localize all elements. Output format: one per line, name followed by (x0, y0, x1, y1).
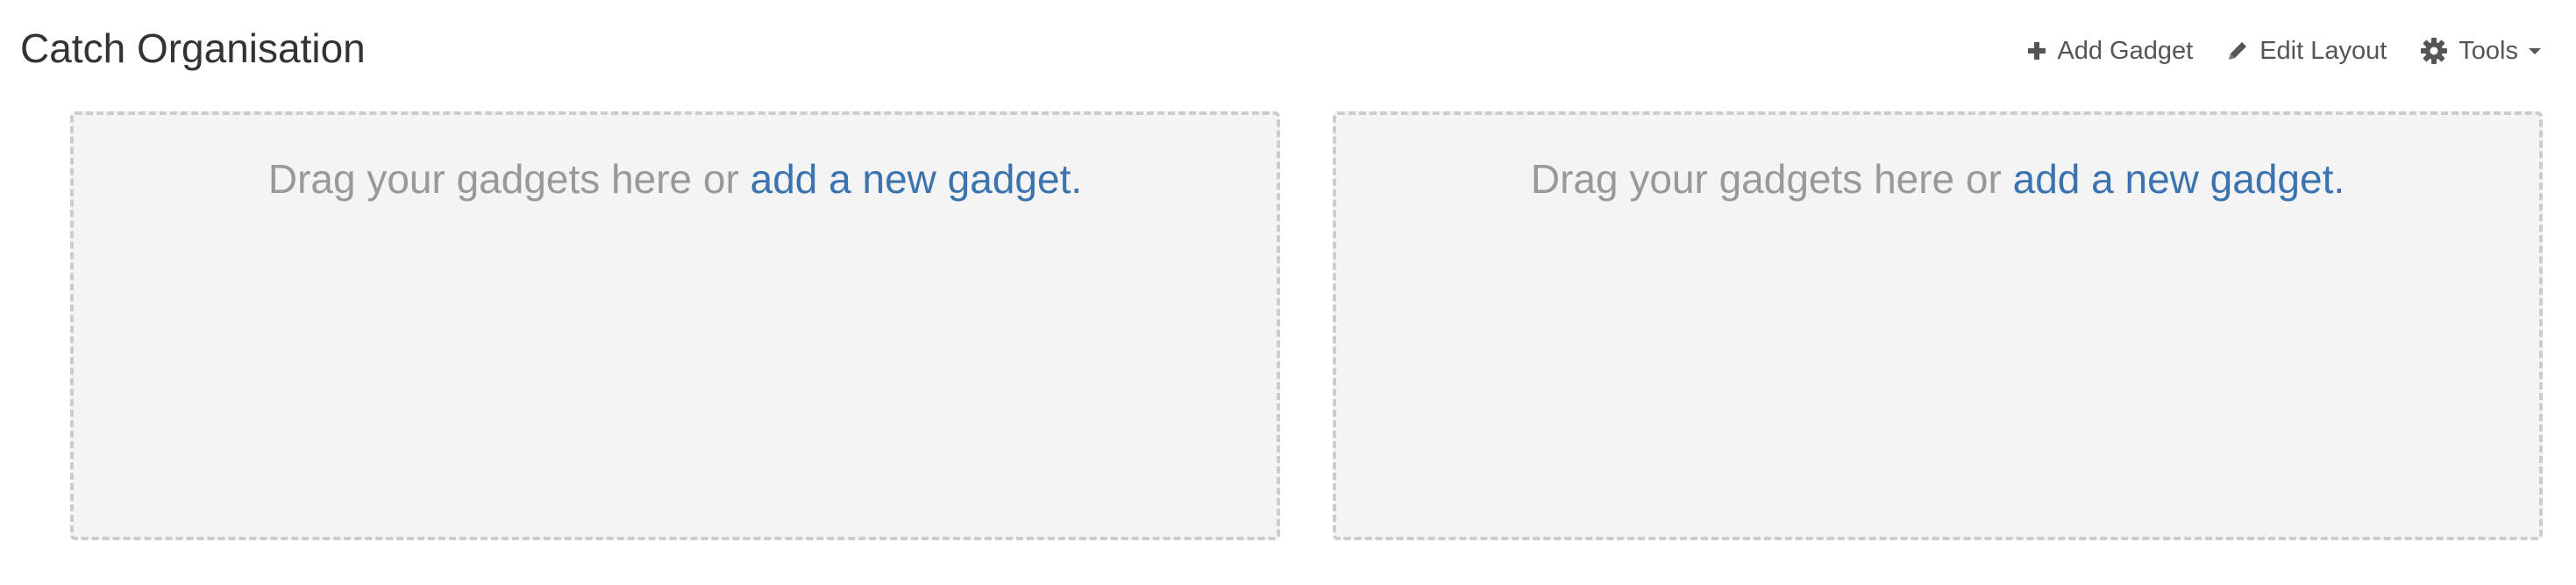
gadget-drop-zone-left[interactable]: Drag your gadgets here or add a new gadg… (70, 111, 1280, 540)
plus-icon (2027, 41, 2046, 61)
add-gadget-button[interactable]: Add Gadget (2027, 37, 2193, 66)
caret-down-icon (2529, 46, 2541, 55)
dashboard-toolbar: Add Gadget Edit Layout Tools (2027, 30, 2541, 72)
add-new-gadget-link[interactable]: add a new gadget. (2013, 156, 2345, 202)
tools-label: Tools (2459, 36, 2518, 65)
pencil-icon (2226, 39, 2249, 62)
tools-dropdown-button[interactable]: Tools (2420, 37, 2541, 66)
dashboard-columns: Drag your gadgets here or add a new gadg… (70, 111, 2543, 540)
page-title: Catch Organisation (20, 25, 366, 71)
drop-zone-message: Drag your gadgets here or add a new gadg… (1336, 153, 2539, 204)
drop-zone-prompt: Drag your gadgets here or (267, 156, 751, 202)
edit-layout-label: Edit Layout (2259, 36, 2387, 65)
add-new-gadget-link[interactable]: add a new gadget. (751, 156, 1083, 202)
add-gadget-label: Add Gadget (2057, 36, 2194, 65)
edit-layout-button[interactable]: Edit Layout (2226, 37, 2387, 66)
gear-icon (2420, 37, 2448, 65)
drop-zone-prompt: Drag your gadgets here or (1530, 156, 2013, 202)
gadget-drop-zone-right[interactable]: Drag your gadgets here or add a new gadg… (1333, 111, 2543, 540)
drop-zone-message: Drag your gadgets here or add a new gadg… (74, 153, 1277, 204)
dashboard-page: Catch Organisation Add Gadget Edit Layou… (0, 0, 2576, 585)
dashboard-header: Catch Organisation Add Gadget Edit Layou… (0, 0, 2576, 102)
